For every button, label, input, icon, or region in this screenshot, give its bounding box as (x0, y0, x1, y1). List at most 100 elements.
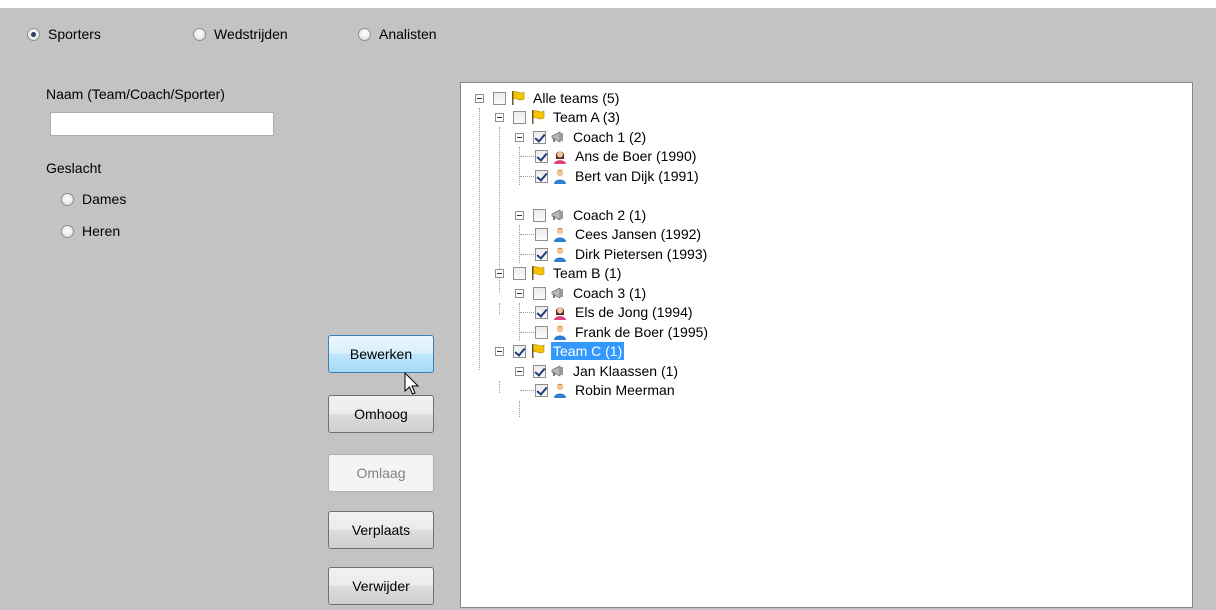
tree-connector (519, 303, 520, 341)
tree-checkbox[interactable] (533, 208, 546, 222)
gender-label: Geslacht (46, 160, 102, 176)
tree-node-label: Ans de Boer (1990) (575, 148, 697, 164)
megaphone-icon (551, 365, 563, 377)
radio-analisten-label: Analisten (379, 26, 437, 42)
tree-checkbox[interactable] (535, 325, 548, 339)
tree-node-root[interactable]: Alle teams (5) (475, 88, 621, 108)
megaphone-icon (551, 287, 563, 299)
tree-checkbox[interactable] (535, 227, 548, 241)
male-user-icon (554, 383, 566, 398)
radio-heren-indicator[interactable] (61, 224, 74, 238)
tree-checkbox[interactable] (533, 364, 546, 378)
collapse-toggle[interactable] (495, 269, 504, 278)
tree-node-sporter[interactable]: Cees Jansen (1992) (520, 224, 703, 244)
flag-icon (532, 266, 545, 280)
collapse-toggle[interactable] (495, 113, 504, 122)
tree-checkbox[interactable] (513, 344, 526, 358)
tree-node-label: Coach 1 (2) (573, 129, 647, 145)
tree-node-coach-2[interactable]: Coach 2 (1) (515, 205, 648, 225)
tree-node-label: Team B (1) (553, 265, 622, 281)
flag-icon (532, 344, 545, 358)
edit-button[interactable]: Bewerken (328, 335, 434, 373)
tree-checkbox[interactable] (533, 286, 546, 300)
radio-sporters-label: Sporters (48, 26, 101, 42)
tree-checkbox[interactable] (535, 383, 548, 397)
male-user-icon (554, 247, 566, 262)
move-button[interactable]: Verplaats (328, 511, 434, 549)
tree-connector (479, 108, 480, 370)
tree-node-label: Team A (3) (553, 109, 620, 125)
tree-connector (519, 225, 520, 263)
tree-node-sporter[interactable]: Robin Meerman (520, 380, 677, 400)
radio-heren-label: Heren (82, 223, 121, 239)
tree-node-coach-1[interactable]: Coach 1 (2) (515, 127, 648, 147)
remove-button[interactable]: Verwijder (328, 567, 434, 605)
female-user-icon (554, 151, 566, 164)
radio-wedstrijden-label: Wedstrijden (214, 26, 288, 42)
radio-wedstrijden[interactable]: Wedstrijden (193, 26, 288, 42)
radio-heren[interactable]: Heren (61, 223, 120, 239)
tree-node-label: Bert van Dijk (1991) (575, 168, 699, 184)
radio-analisten-indicator[interactable] (358, 27, 371, 41)
megaphone-icon (551, 131, 563, 143)
tree-node-team-a[interactable]: Team A (3) (495, 107, 622, 127)
tree-connector (499, 381, 500, 393)
tree-node-coach-jan[interactable]: Jan Klaassen (1) (515, 361, 680, 381)
collapse-toggle[interactable] (495, 347, 504, 356)
tree-node-sporter[interactable]: Bert van Dijk (1991) (520, 166, 701, 186)
tree-node-sporter[interactable]: Els de Jong (1994) (520, 302, 695, 322)
main-window: Sporters Wedstrijden Analisten Naam (Tea… (0, 8, 1216, 610)
down-button[interactable]: Omlaag (328, 454, 434, 492)
collapse-toggle[interactable] (515, 289, 524, 298)
tree-checkbox[interactable] (535, 149, 548, 163)
radio-sporters-indicator[interactable] (27, 27, 40, 41)
tree-checkbox[interactable] (533, 130, 546, 144)
tree-node-label: Coach 2 (1) (573, 207, 647, 223)
male-user-icon (554, 325, 566, 340)
tree-node-label: Dirk Pietersen (1993) (575, 246, 708, 262)
tree-checkbox[interactable] (513, 266, 526, 280)
tree-node-label: Frank de Boer (1995) (575, 324, 709, 340)
megaphone-icon (551, 209, 563, 221)
tree-checkbox[interactable] (535, 169, 548, 183)
collapse-toggle[interactable] (515, 211, 524, 220)
tree-checkbox[interactable] (493, 91, 506, 105)
tree-node-label: Robin Meerman (575, 382, 675, 398)
radio-analisten[interactable]: Analisten (358, 26, 437, 42)
tree-node-label: Els de Jong (1994) (575, 304, 693, 320)
name-input[interactable] (50, 112, 274, 136)
tree-node-sporter[interactable]: Dirk Pietersen (1993) (520, 244, 709, 264)
tree-node-team-b[interactable]: Team B (1) (495, 263, 623, 283)
radio-dames-label: Dames (82, 191, 127, 207)
collapse-toggle[interactable] (515, 367, 524, 376)
tree-checkbox[interactable] (535, 305, 548, 319)
tree-node-team-c[interactable]: Team C (1) (495, 341, 625, 361)
tree-node-coach-3[interactable]: Coach 3 (1) (515, 283, 648, 303)
radio-dames-indicator[interactable] (61, 192, 74, 206)
radio-sporters[interactable]: Sporters (27, 26, 101, 42)
collapse-toggle[interactable] (475, 94, 484, 103)
tree-checkbox[interactable] (513, 110, 526, 124)
flag-icon (512, 91, 525, 105)
flag-icon (532, 110, 545, 124)
name-label: Naam (Team/Coach/Sporter) (46, 86, 225, 102)
radio-dames[interactable]: Dames (61, 191, 126, 207)
tree-node-label-selected: Team C (1) (551, 342, 625, 360)
tree-connector (519, 401, 520, 417)
tree-node-label: Alle teams (5) (533, 90, 620, 106)
tree-node-label: Jan Klaassen (1) (573, 363, 679, 379)
radio-wedstrijden-indicator[interactable] (193, 27, 206, 41)
collapse-toggle[interactable] (515, 133, 524, 142)
tree-node-label: Cees Jansen (1992) (575, 226, 702, 242)
male-user-icon (554, 169, 566, 184)
male-user-icon (554, 227, 566, 242)
tree-connector (499, 303, 500, 315)
tree-checkbox[interactable] (535, 247, 548, 261)
up-button[interactable]: Omhoog (328, 395, 434, 433)
female-user-icon (554, 307, 566, 320)
tree-node-label: Coach 3 (1) (573, 285, 647, 301)
tree-node-sporter[interactable]: Ans de Boer (1990) (520, 146, 698, 166)
team-tree[interactable]: Alle teams (5) Team A (3) Coach 1 (2) An… (460, 82, 1193, 608)
tree-node-sporter[interactable]: Frank de Boer (1995) (520, 322, 710, 342)
tree-connector (519, 147, 520, 185)
